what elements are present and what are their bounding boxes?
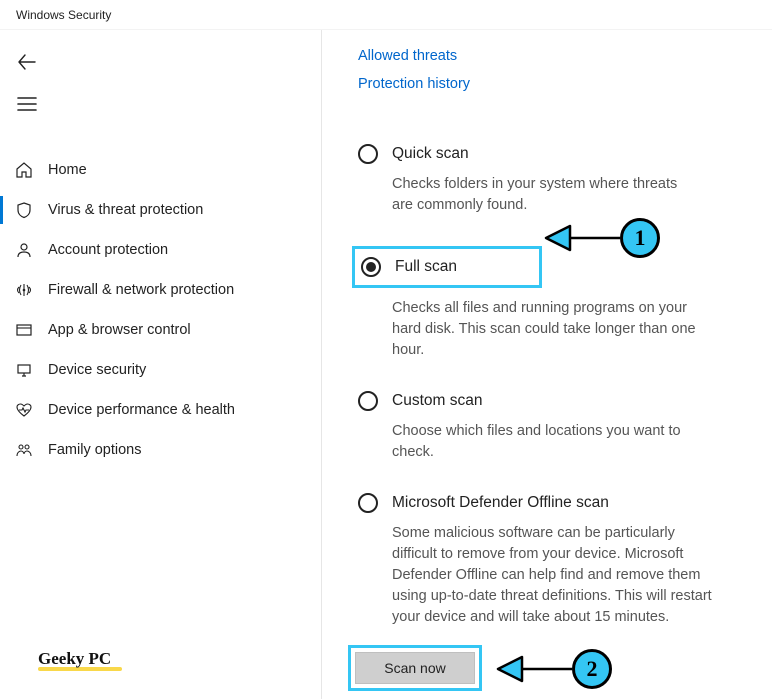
nav-label: Device security	[48, 362, 146, 378]
radio-custom-scan[interactable]	[358, 391, 378, 411]
link-allowed-threats[interactable]: Allowed threats	[358, 48, 736, 64]
back-button[interactable]	[14, 44, 50, 80]
nav-label: Account protection	[48, 242, 168, 258]
option-quick-scan[interactable]: Quick scan Checks folders in your system…	[358, 144, 736, 216]
nav-label: Family options	[48, 442, 141, 458]
sidebar-item-firewall[interactable]: Firewall & network protection	[0, 270, 321, 310]
device-security-icon	[14, 360, 34, 380]
option-label: Quick scan	[392, 145, 469, 163]
sidebar-item-app-browser[interactable]: App & browser control	[0, 310, 321, 350]
windows-security-window: Windows Security	[0, 0, 772, 699]
option-desc: Checks folders in your system where thre…	[392, 174, 702, 216]
nav-label: App & browser control	[48, 322, 191, 338]
scan-now-button[interactable]: Scan now	[355, 652, 475, 684]
titlebar: Windows Security	[0, 0, 772, 30]
sidebar-item-device-security[interactable]: Device security	[0, 350, 321, 390]
option-label: Microsoft Defender Offline scan	[392, 494, 609, 512]
family-icon	[14, 440, 34, 460]
nav-label: Device performance & health	[48, 402, 235, 418]
hamburger-button[interactable]	[14, 86, 50, 122]
window-title: Windows Security	[16, 8, 111, 22]
option-offline-scan[interactable]: Microsoft Defender Offline scan Some mal…	[358, 493, 736, 628]
radio-full-scan[interactable]	[361, 257, 381, 277]
radio-offline-scan[interactable]	[358, 493, 378, 513]
hamburger-icon	[17, 96, 37, 112]
shield-icon	[14, 200, 34, 220]
option-label: Custom scan	[392, 392, 482, 410]
highlight-box-scan-now: Scan now	[348, 645, 482, 691]
sidebar-top	[0, 30, 321, 126]
sidebar-item-device-performance[interactable]: Device performance & health	[0, 390, 321, 430]
option-desc: Checks all files and running programs on…	[392, 298, 702, 361]
watermark-text: Geeky PC	[38, 649, 111, 668]
sidebar-item-home[interactable]: Home	[0, 150, 321, 190]
option-custom-scan[interactable]: Custom scan Choose which files and locat…	[358, 391, 736, 463]
home-icon	[14, 160, 34, 180]
scan-options: Quick scan Checks folders in your system…	[358, 144, 736, 628]
nav-label: Home	[48, 162, 87, 178]
app-browser-icon	[14, 320, 34, 340]
body: Home Virus & threat protection Account p…	[0, 30, 772, 699]
option-full-scan[interactable]: Full scan Checks all files and running p…	[358, 246, 736, 361]
content: Allowed threats Protection history Quick…	[322, 30, 772, 699]
nav-label: Virus & threat protection	[48, 202, 203, 218]
network-icon	[14, 280, 34, 300]
watermark: Geeky PC	[38, 649, 122, 671]
sidebar-item-account[interactable]: Account protection	[0, 230, 321, 270]
link-protection-history[interactable]: Protection history	[358, 76, 736, 92]
heart-icon	[14, 400, 34, 420]
person-icon	[14, 240, 34, 260]
option-desc: Some malicious software can be particula…	[392, 523, 712, 628]
highlight-box-full-scan: Full scan	[352, 246, 542, 288]
option-desc: Choose which files and locations you wan…	[392, 421, 702, 463]
sidebar: Home Virus & threat protection Account p…	[0, 30, 322, 699]
sidebar-item-virus-threat[interactable]: Virus & threat protection	[0, 190, 321, 230]
option-label: Full scan	[395, 258, 457, 276]
back-arrow-icon	[17, 52, 37, 72]
radio-quick-scan[interactable]	[358, 144, 378, 164]
sidebar-item-family[interactable]: Family options	[0, 430, 321, 470]
nav-list: Home Virus & threat protection Account p…	[0, 150, 321, 470]
nav-label: Firewall & network protection	[48, 282, 234, 298]
